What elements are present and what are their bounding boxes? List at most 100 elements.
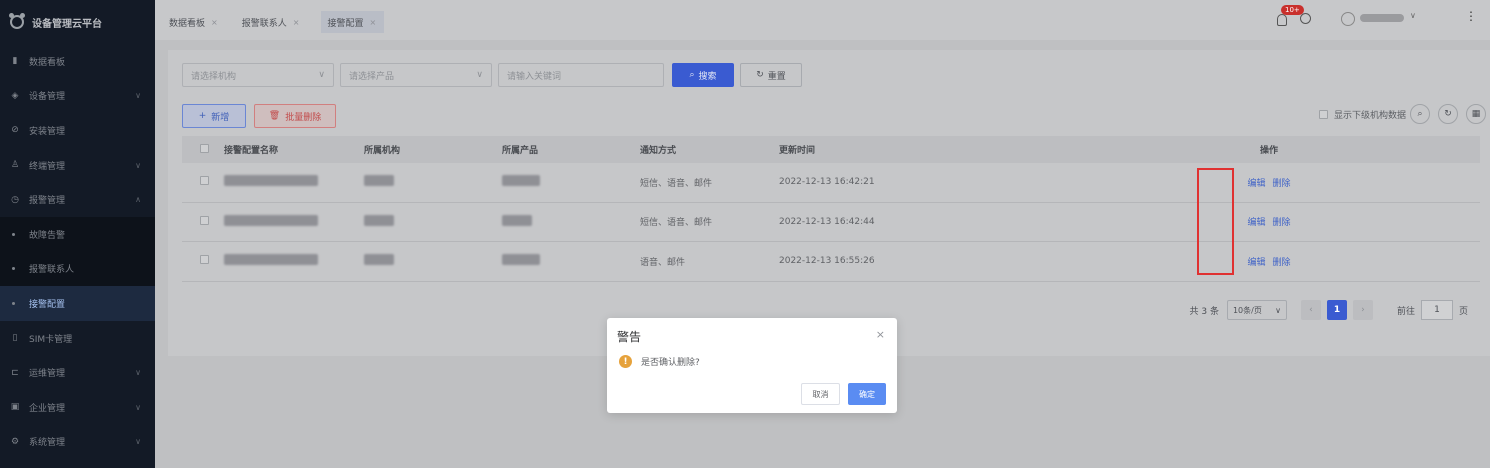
globe-icon[interactable] bbox=[1300, 13, 1311, 24]
edit-link[interactable]: 编辑 bbox=[1248, 218, 1266, 228]
redacted-product bbox=[502, 214, 532, 226]
col-header-op: 操作 bbox=[1259, 146, 1278, 156]
user-icon: ♙ bbox=[10, 160, 20, 171]
chevron-down-icon: ∨ bbox=[135, 160, 141, 170]
sidebar-item-label: 报警管理 bbox=[29, 196, 66, 207]
row-time: 2022-12-13 16:42:44 bbox=[779, 216, 875, 227]
tab-label: 接警配置 bbox=[327, 18, 364, 29]
refresh-icon: ↻ bbox=[756, 70, 764, 80]
search-icon: ⌕ bbox=[689, 70, 695, 80]
sidebar-item-label: 安装管理 bbox=[29, 126, 66, 137]
delete-link[interactable]: 删除 bbox=[1272, 179, 1290, 189]
sidebar-item-ops[interactable]: ⊏ 运维管理 ∨ bbox=[0, 355, 155, 390]
show-sub-org-checkbox[interactable] bbox=[1318, 110, 1328, 119]
batch-delete-button[interactable]: 🗑 批量删除 bbox=[254, 104, 336, 128]
chevron-down-icon: ∨ bbox=[318, 70, 325, 80]
sidebar-item-enterprise[interactable]: ▣ 企业管理 ∨ bbox=[0, 390, 155, 425]
chevron-down-icon: ∨ bbox=[135, 437, 141, 447]
refresh-button[interactable]: ↻ bbox=[1438, 104, 1458, 124]
close-icon[interactable]: × bbox=[293, 18, 300, 27]
pagination: 共 3 条 10条/页 ∨ ‹ 1 › 前往 1 页 bbox=[1190, 300, 1468, 320]
tab-alarm-contact[interactable]: 报警联系人 × bbox=[240, 11, 308, 33]
more-vertical-icon[interactable]: ⋮ bbox=[1465, 9, 1477, 23]
warning-icon: ! bbox=[619, 355, 632, 368]
row-checkbox[interactable] bbox=[200, 176, 209, 186]
close-icon[interactable]: × bbox=[369, 18, 376, 27]
sidebar-item-label: 终端管理 bbox=[29, 161, 66, 172]
sidebar-item-alarm-config[interactable]: 接警配置 bbox=[0, 286, 155, 321]
page-button-current[interactable]: 1 bbox=[1326, 300, 1347, 320]
sidebar-item-label: 运维管理 bbox=[29, 369, 66, 380]
sidebar-item-label: 系统管理 bbox=[29, 438, 66, 449]
edit-link[interactable]: 编辑 bbox=[1248, 179, 1266, 189]
user-name[interactable] bbox=[1360, 14, 1404, 22]
sidebar-item-install[interactable]: ⊘ 安装管理 bbox=[0, 113, 155, 148]
reset-button[interactable]: ↻ 重置 bbox=[740, 63, 802, 87]
edit-link[interactable]: 编辑 bbox=[1248, 258, 1266, 268]
alarm-config-table: 接警配置名称 所属机构 所属产品 通知方式 更新时间 操作 短信、语音、邮件 2… bbox=[182, 136, 1480, 282]
confirm-dialog: 警告 × ! 是否确认删除? 取消 确定 bbox=[607, 318, 897, 413]
close-icon[interactable]: × bbox=[876, 328, 885, 341]
row-checkbox[interactable] bbox=[200, 255, 209, 265]
confirm-button[interactable]: 确定 bbox=[848, 383, 886, 405]
logo-icon bbox=[9, 13, 25, 29]
redacted-name bbox=[224, 214, 318, 226]
product-select[interactable]: 请选择产品 ∨ bbox=[340, 63, 492, 87]
notification-badge: 10+ bbox=[1281, 5, 1304, 15]
select-all-checkbox[interactable] bbox=[200, 143, 209, 153]
filter-bar: 请选择机构 ∨ 请选择产品 ∨ 请输入关键词 ⌕ 搜索 ↻ 重置 bbox=[182, 63, 802, 87]
ops-icon: ⊏ bbox=[11, 367, 19, 378]
row-checkbox[interactable] bbox=[200, 215, 209, 225]
delete-link[interactable]: 删除 bbox=[1272, 218, 1290, 228]
trash-icon: 🗑 bbox=[268, 111, 281, 121]
dialog-message-text: 是否确认删除? bbox=[641, 358, 700, 368]
keyword-placeholder: 请输入关键词 bbox=[507, 71, 562, 82]
redacted-org bbox=[364, 254, 394, 266]
prev-page-button[interactable]: ‹ bbox=[1300, 300, 1321, 320]
settings-icon: ⚙ bbox=[10, 436, 20, 447]
bell-icon[interactable] bbox=[1277, 14, 1287, 26]
bullet-icon bbox=[12, 232, 15, 236]
goto-page-input[interactable]: 1 bbox=[1420, 300, 1453, 320]
redacted-product bbox=[502, 254, 540, 266]
tab-alarm-config[interactable]: 接警配置 × bbox=[321, 11, 385, 33]
add-button[interactable]: + 新增 bbox=[182, 104, 246, 128]
tab-label: 数据看板 bbox=[169, 18, 206, 29]
sidebar-item-label: 企业管理 bbox=[29, 403, 66, 414]
delete-link[interactable]: 删除 bbox=[1272, 258, 1290, 268]
avatar[interactable] bbox=[1341, 12, 1355, 26]
sidebar-item-label: 数据看板 bbox=[29, 57, 66, 68]
search-toggle-button[interactable]: ⌕ bbox=[1410, 104, 1430, 124]
close-icon[interactable]: × bbox=[211, 18, 218, 27]
chevron-down-icon[interactable]: ∨ bbox=[1410, 11, 1416, 20]
sidebar-item-terminal[interactable]: ♙ 终端管理 ∨ bbox=[0, 148, 155, 183]
chevron-right-icon: › bbox=[1361, 305, 1365, 315]
row-notify: 短信、语音、邮件 bbox=[640, 218, 713, 229]
sidebar-item-device[interactable]: ◈ 设备管理 ∨ bbox=[0, 79, 155, 114]
refresh-icon: ↻ bbox=[1444, 109, 1452, 119]
page-size-label: 10条/页 bbox=[1232, 305, 1262, 315]
plus-icon: + bbox=[198, 111, 207, 121]
app-logo[interactable]: 设备管理云平台 bbox=[0, 0, 155, 44]
show-sub-org-toggle[interactable]: 显示下级机构数据 bbox=[1318, 108, 1406, 121]
delete-highlight-box bbox=[1197, 168, 1234, 275]
sidebar-item-sim[interactable]: ▯ SIM卡管理 bbox=[0, 321, 155, 356]
tab-dashboard[interactable]: 数据看板 × bbox=[167, 11, 226, 33]
sidebar-item-dashboard[interactable]: ▮ 数据看板 bbox=[0, 44, 155, 79]
keyword-input[interactable]: 请输入关键词 bbox=[498, 63, 664, 87]
sidebar-item-alarm[interactable]: ◷ 报警管理 ∧ bbox=[0, 182, 155, 217]
redacted-name bbox=[224, 254, 318, 266]
cancel-button[interactable]: 取消 bbox=[801, 383, 840, 405]
sidebar-item-alarm-contact[interactable]: 报警联系人 bbox=[0, 251, 155, 287]
next-page-button[interactable]: › bbox=[1352, 300, 1373, 320]
search-button[interactable]: ⌕ 搜索 bbox=[672, 63, 734, 87]
product-select-placeholder: 请选择产品 bbox=[349, 71, 395, 82]
columns-button[interactable]: ▦ bbox=[1466, 104, 1486, 124]
sidebar-item-fault-alarm[interactable]: 故障告警 bbox=[0, 216, 155, 252]
org-select[interactable]: 请选择机构 ∨ bbox=[182, 63, 334, 87]
sidebar-item-system[interactable]: ⚙ 系统管理 ∨ bbox=[0, 425, 155, 460]
chevron-up-icon: ∧ bbox=[135, 195, 141, 205]
install-icon: ⊘ bbox=[11, 125, 19, 136]
batch-delete-label: 批量删除 bbox=[285, 112, 322, 123]
page-size-select[interactable]: 10条/页 ∨ bbox=[1226, 300, 1287, 320]
